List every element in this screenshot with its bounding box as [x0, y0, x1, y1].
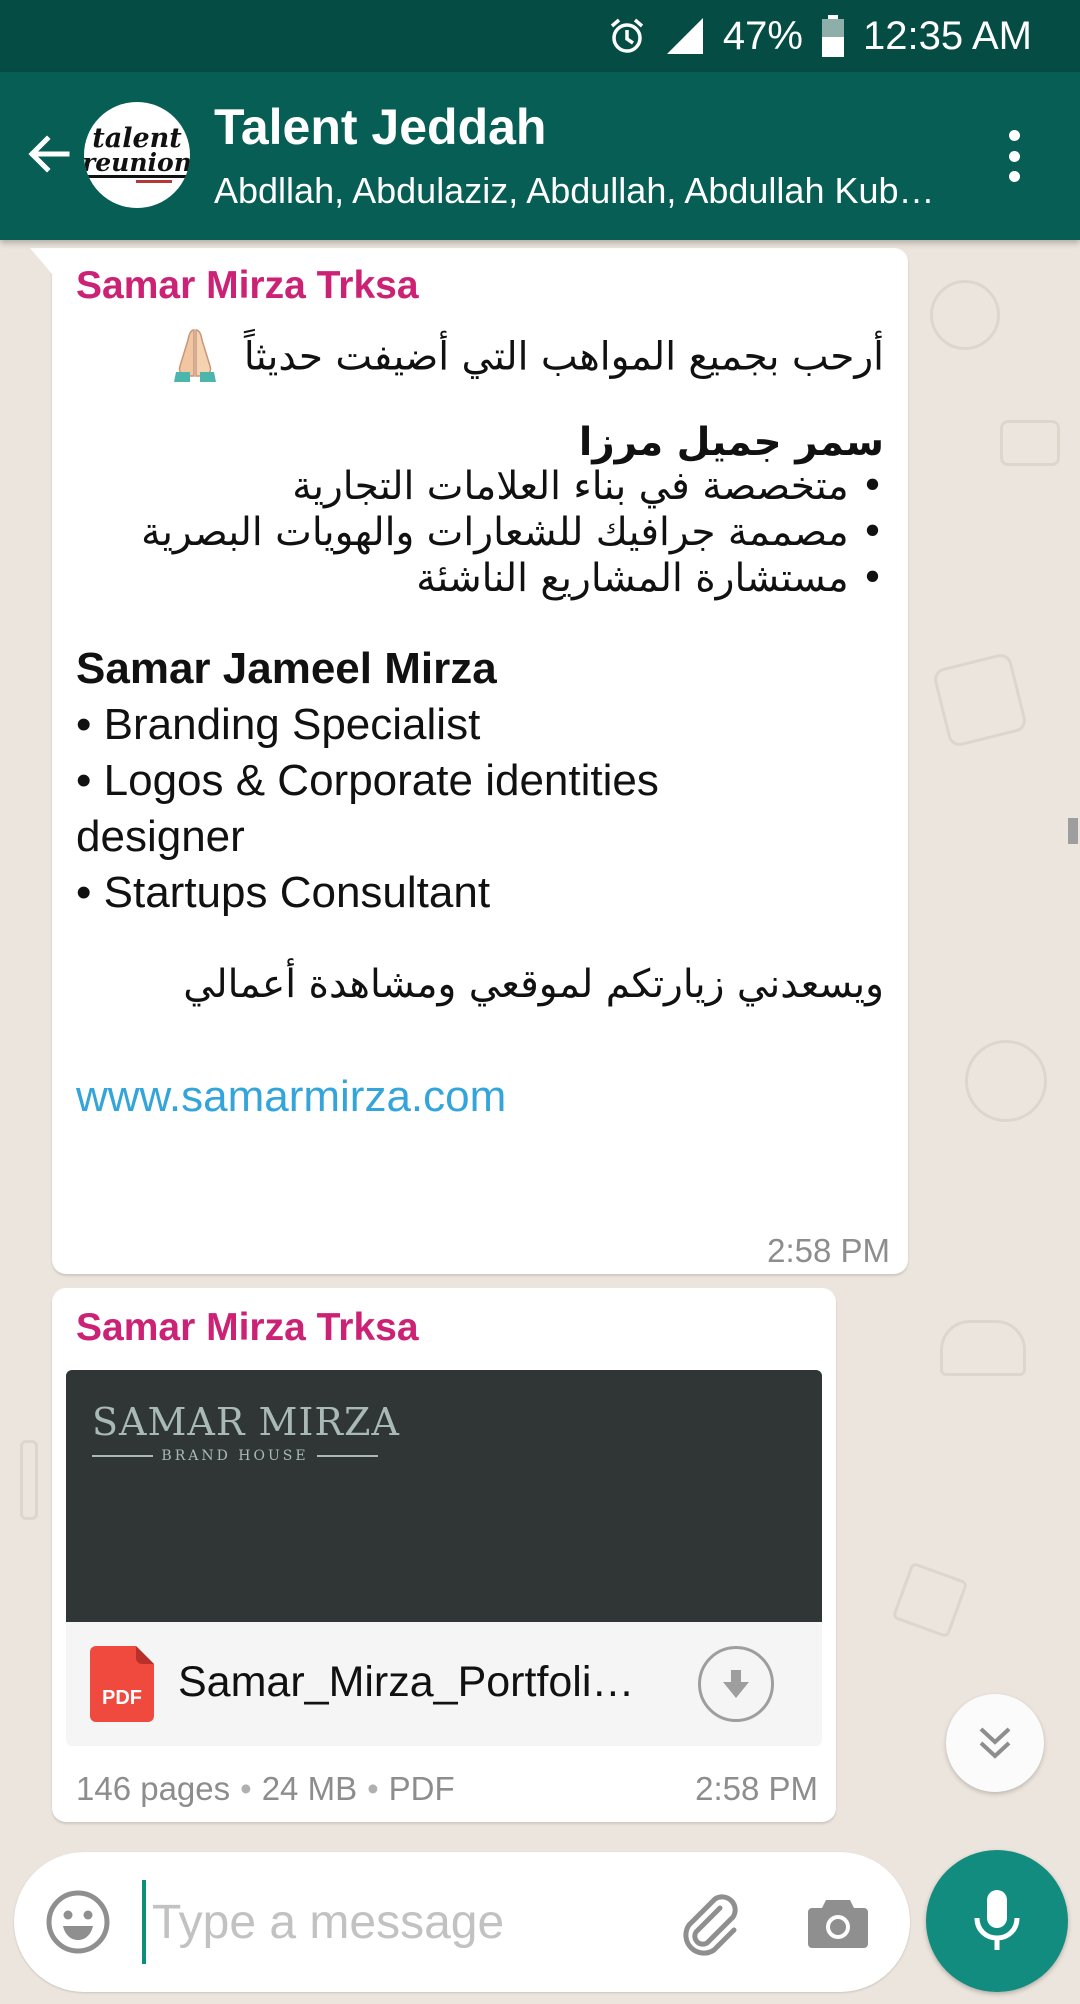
download-button[interactable] — [698, 1646, 774, 1722]
message-text-line: designer — [76, 812, 245, 861]
document-meta: 146 pages • 24 MB • PDF — [76, 1770, 455, 1807]
attach-icon[interactable] — [674, 1888, 742, 1956]
preview-brand-name: SAMAR MIRZA — [92, 1400, 400, 1444]
message-input[interactable] — [142, 1880, 642, 1964]
message-text-line: سمر جميل مرزا — [578, 420, 884, 465]
chat-header: talent reunion Talent Jeddah Abdllah, Ab… — [0, 72, 1080, 240]
battery-icon — [821, 15, 845, 57]
group-avatar[interactable]: talent reunion — [84, 102, 190, 208]
avatar-text-line2: reunion — [84, 150, 190, 178]
battery-percent: 47% — [722, 13, 803, 58]
camera-icon[interactable] — [806, 1890, 870, 1954]
document-type: PDF — [388, 1770, 455, 1807]
document-preview[interactable]: SAMAR MIRZA BRAND HOUSE — [66, 1370, 822, 1622]
chat-title[interactable]: Talent Jeddah — [214, 98, 546, 156]
message-time: 2:58 PM — [767, 1232, 890, 1269]
back-arrow-icon — [28, 135, 70, 173]
sender-name[interactable]: Samar Mirza Trksa — [76, 264, 419, 308]
document-message-bubble[interactable]: Samar Mirza Trksa SAMAR MIRZA BRAND HOUS… — [52, 1288, 836, 1822]
preview-brand-tagline: BRAND HOUSE — [161, 1448, 309, 1464]
message-text-line: • مصممة جرافيك للشعارات والهويات البصرية — [141, 510, 884, 555]
folded-hands-emoji-icon — [170, 324, 220, 394]
message-list[interactable]: Samar Mirza Trksa أرحب بجميع المواهب الت… — [0, 240, 1080, 1836]
mic-icon — [974, 1890, 1020, 1950]
voice-record-button[interactable] — [926, 1850, 1068, 1992]
document-file-name[interactable]: Samar_Mirza_Portfolio.pdf — [178, 1658, 648, 1707]
message-text-line: أرحب بجميع المواهب التي أضيفت حديثاً — [170, 324, 884, 394]
pdf-file-icon: PDF — [90, 1646, 154, 1722]
message-time: 2:58 PM — [695, 1770, 818, 1807]
back-button[interactable] — [16, 122, 80, 186]
message-text-line: • مستشارة المشاريع الناشئة — [416, 556, 884, 601]
more-vert-icon — [1008, 130, 1020, 141]
message-text-line: • Branding Specialist — [76, 700, 481, 749]
message-text-line: ويسعدني زيارتكم لموقعي ومشاهدة أعمالي — [183, 962, 884, 1007]
clock-time: 12:35 AM — [862, 13, 1032, 58]
sender-name[interactable]: Samar Mirza Trksa — [76, 1306, 419, 1350]
more-options-button[interactable] — [994, 126, 1034, 186]
message-text-line: • Logos & Corporate identities — [76, 756, 659, 805]
website-link[interactable]: www.samarmirza.com — [76, 1072, 506, 1122]
signal-icon — [665, 16, 705, 56]
message-text-line: Samar Jameel Mirza — [76, 644, 497, 693]
document-size: 24 MB — [261, 1770, 358, 1807]
chat-participants[interactable]: Abdllah, Abdulaziz, Abdullah, Abdullah K… — [214, 170, 954, 212]
double-chevron-down-icon — [979, 1727, 1011, 1759]
svg-text:PDF: PDF — [102, 1687, 142, 1709]
status-bar: 47% 12:35 AM — [0, 0, 1080, 72]
document-pages: 146 pages — [76, 1770, 231, 1807]
message-composer — [14, 1852, 910, 1992]
download-arrow-icon — [723, 1670, 749, 1698]
scrollbar[interactable] — [1068, 818, 1078, 844]
message-text-line: • Startups Consultant — [76, 868, 491, 917]
document-file-row[interactable]: PDF Samar_Mirza_Portfolio.pdf — [66, 1622, 822, 1746]
emoji-icon[interactable] — [44, 1888, 112, 1956]
message-bubble[interactable]: Samar Mirza Trksa أرحب بجميع المواهب الت… — [30, 248, 908, 1274]
alarm-icon — [607, 16, 647, 56]
message-text-line: • متخصصة في بناء العلامات التجارية — [292, 464, 884, 509]
scroll-to-bottom-button[interactable] — [946, 1694, 1044, 1792]
